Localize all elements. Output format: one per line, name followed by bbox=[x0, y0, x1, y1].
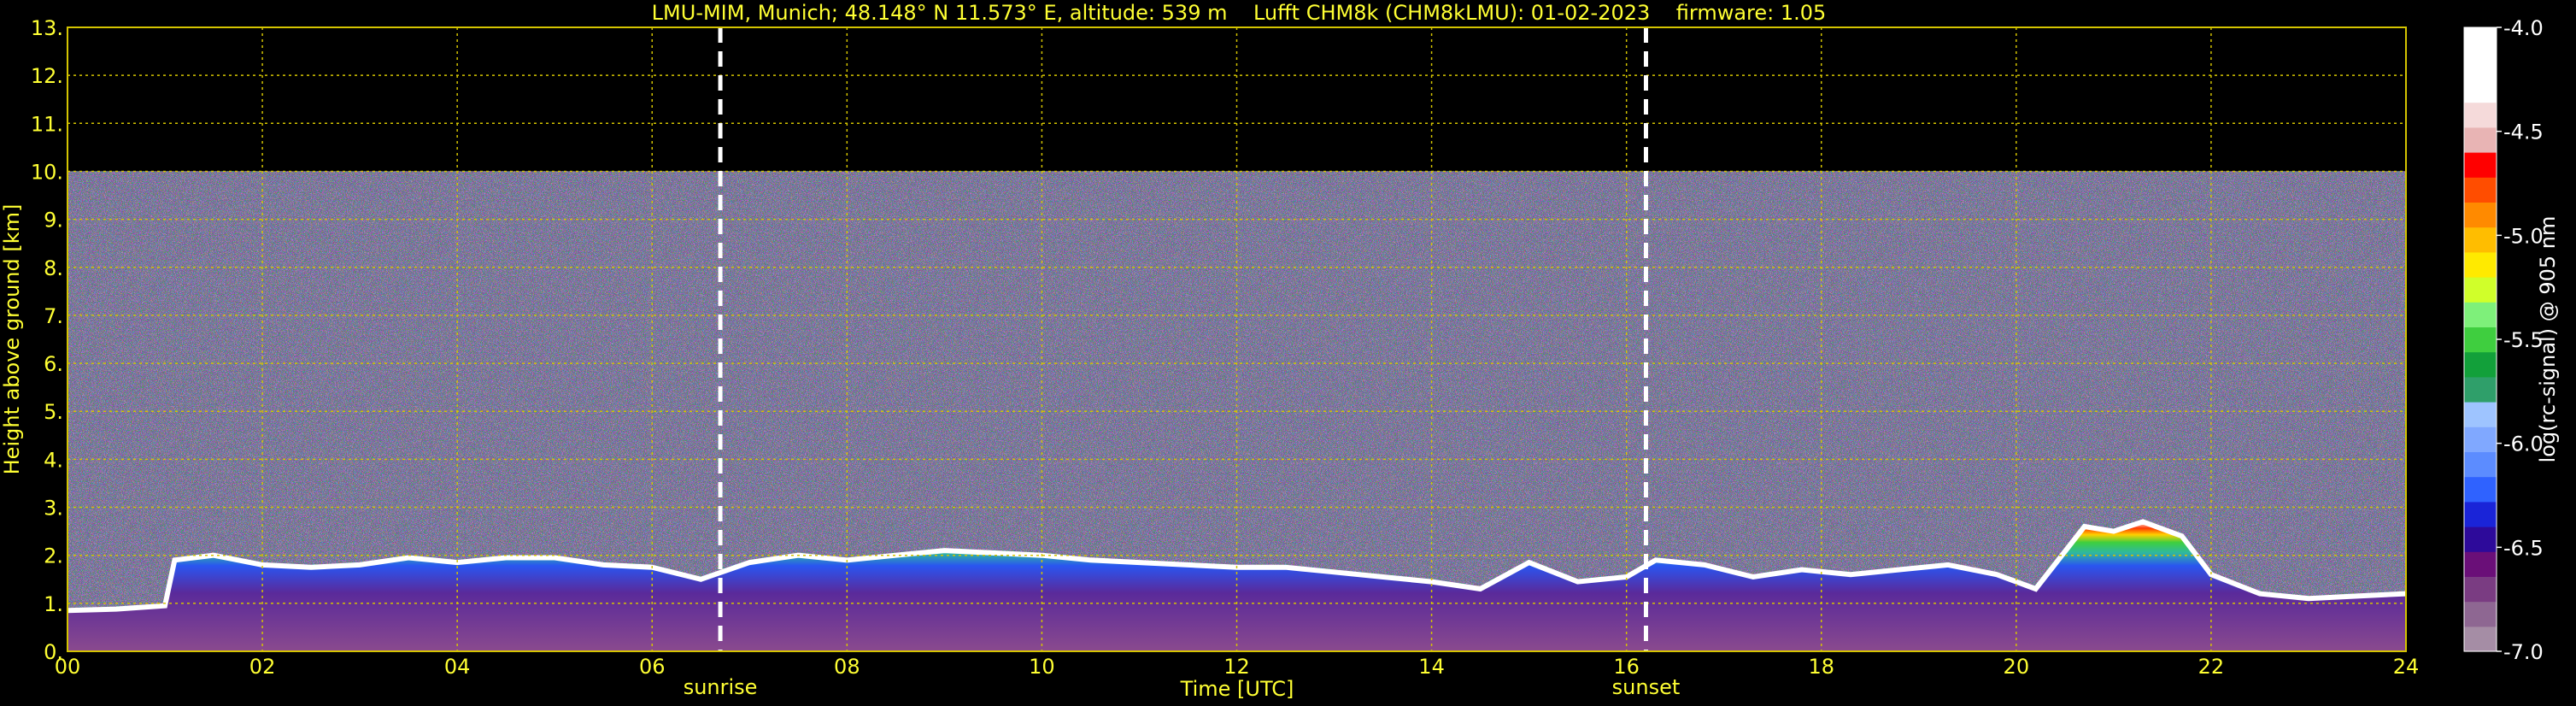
plot-area bbox=[67, 26, 2407, 652]
y-tick-label: 11. bbox=[31, 112, 63, 136]
colorbar-label: log(rc-signal) @ 905 nm bbox=[2536, 216, 2560, 463]
x-tick-label: 02 bbox=[249, 655, 276, 679]
y-tick-label: 12. bbox=[31, 64, 63, 88]
y-tick-label: 9. bbox=[44, 209, 63, 232]
x-axis-label: Time [UTC] bbox=[1180, 677, 1294, 701]
x-tick-label: 24 bbox=[2393, 655, 2420, 679]
y-tick-label: 8. bbox=[44, 256, 63, 280]
y-tick-label: 10. bbox=[31, 160, 63, 184]
x-tick-label: 06 bbox=[639, 655, 666, 679]
y-tick-label: 7. bbox=[44, 304, 63, 328]
colorbar-segment bbox=[2464, 351, 2497, 378]
x-tick-label: 20 bbox=[2004, 655, 2030, 679]
x-tick-label: 08 bbox=[834, 655, 860, 679]
chart-title: LMU-MIM, Munich; 48.148° N 11.573° E, al… bbox=[652, 1, 1827, 25]
colorbar-segment bbox=[2464, 302, 2497, 327]
colorbar-segment bbox=[2464, 152, 2497, 178]
colorbar-segment bbox=[2464, 427, 2497, 452]
x-tick-label: 04 bbox=[444, 655, 471, 679]
x-tick-label: 14 bbox=[1418, 655, 1445, 679]
colorbar-segment bbox=[2464, 327, 2497, 353]
y-tick-label: 2. bbox=[44, 544, 63, 568]
colorbar-segment bbox=[2464, 277, 2497, 303]
colorbar-segment bbox=[2464, 476, 2497, 503]
colorbar-tick-label: -7.0 bbox=[2503, 640, 2544, 664]
colorbar-segment bbox=[2464, 27, 2497, 53]
colorbar-segment bbox=[2464, 601, 2497, 627]
colorbar-tick-label: -4.0 bbox=[2503, 16, 2544, 40]
y-tick-label: 5. bbox=[44, 400, 63, 424]
ceilometer-chart: LMU-MIM, Munich; 48.148° N 11.573° E, al… bbox=[0, 1, 2560, 701]
sunrise-label: sunrise bbox=[684, 675, 758, 699]
colorbar-tick-label: -6.5 bbox=[2503, 536, 2544, 560]
colorbar-segment bbox=[2464, 402, 2497, 427]
colorbar-segment bbox=[2464, 376, 2497, 403]
x-axis-ticks: 00 02 04 06 08 10 12 14 16 18 20 22 24 bbox=[55, 655, 2420, 679]
y-tick-label: 6. bbox=[44, 352, 63, 376]
y-tick-label: 3. bbox=[44, 497, 63, 521]
colorbar-segment bbox=[2464, 576, 2497, 603]
y-tick-label: 13. bbox=[31, 16, 63, 40]
colorbar-segment bbox=[2464, 251, 2497, 278]
sunset-label: sunset bbox=[1612, 675, 1681, 699]
colorbar-segment bbox=[2464, 501, 2497, 527]
x-tick-label: 22 bbox=[2198, 655, 2225, 679]
colorbar-segment bbox=[2464, 551, 2497, 577]
y-tick-label: 1. bbox=[44, 592, 63, 616]
colorbar-segment bbox=[2464, 102, 2497, 128]
colorbar-segment bbox=[2464, 451, 2497, 478]
colorbar-segment bbox=[2464, 177, 2497, 203]
colorbar-segment bbox=[2464, 52, 2497, 78]
x-tick-label: 12 bbox=[1223, 655, 1250, 679]
colorbar-segment bbox=[2464, 227, 2497, 253]
y-axis-ticks: 0.1.2.3.4.5.6.7.8.9.10.11.12.13. bbox=[31, 16, 63, 664]
colorbar-segment bbox=[2464, 126, 2497, 153]
colorbar: -4.0-4.5-5.0-5.5-6.0-6.5-7.0 bbox=[2463, 16, 2544, 664]
colorbar-segment bbox=[2464, 527, 2497, 552]
y-axis-label: Height above ground [km] bbox=[0, 204, 24, 475]
colorbar-segment bbox=[2464, 202, 2497, 228]
x-tick-label: 10 bbox=[1029, 655, 1055, 679]
colorbar-segment bbox=[2464, 77, 2497, 103]
colorbar-tick-label: -4.5 bbox=[2503, 121, 2544, 144]
x-tick-label: 18 bbox=[1808, 655, 1834, 679]
y-tick-label: 4. bbox=[44, 448, 63, 472]
x-tick-label: 00 bbox=[55, 655, 81, 679]
colorbar-segment bbox=[2464, 626, 2497, 652]
